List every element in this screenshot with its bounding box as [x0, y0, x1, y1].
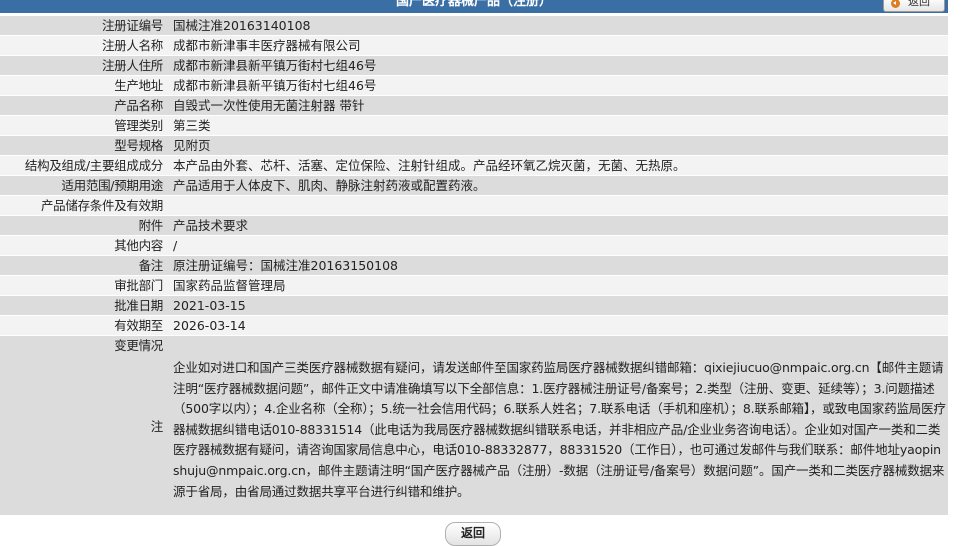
field-label: 备注	[138, 258, 164, 273]
detail-table: 注册证编号 国械注准20163140108 注册人名称 成都市新津事丰医疗器械有…	[0, 16, 948, 516]
field-value: 产品技术要求	[173, 218, 249, 233]
field-label: 附件	[138, 218, 164, 233]
detail-row-remarks: 备注 原注册证编号：国械注准20163150108	[0, 256, 948, 276]
field-label: 注册人名称	[101, 38, 163, 53]
note-text: 企业如对进口和国产三类医疗器械数据有疑问，请发送邮件至国家药监局医疗器械数据纠错…	[173, 360, 946, 499]
field-label: 有效期至	[114, 318, 163, 333]
bottom-back-button[interactable]: 返回	[445, 522, 501, 546]
field-value: 2026-03-14	[173, 318, 246, 333]
field-label: 型号规格	[114, 138, 163, 153]
detail-row-attachment: 附件 产品技术要求	[0, 216, 948, 236]
field-label: 管理类别	[114, 118, 163, 133]
back-button[interactable]: 返回	[883, 0, 945, 12]
field-value: 成都市新津县新平镇万街村七组46号	[173, 78, 377, 93]
field-value: 原注册证编号：国械注准20163150108	[173, 258, 398, 273]
field-label: 适用范围/预期用途	[61, 178, 163, 193]
detail-row-registrant-name: 注册人名称 成都市新津事丰医疗器械有限公司	[0, 36, 948, 56]
field-label: 产品名称	[114, 98, 163, 113]
field-label: 审批部门	[114, 278, 163, 293]
field-label: 产品储存条件及有效期	[40, 198, 163, 213]
field-value: 2021-03-15	[173, 298, 246, 313]
detail-row-intended-use: 适用范围/预期用途 产品适用于人体皮下、肌肉、静脉注射药液或配置药液。	[0, 176, 948, 196]
field-label: 批准日期	[114, 298, 163, 313]
field-value: 成都市新津县新平镇万街村七组46号	[173, 58, 377, 73]
detail-row-valid-until: 有效期至 2026-03-14	[0, 316, 948, 336]
field-label: 注册人住所	[101, 58, 163, 73]
field-value: 成都市新津事丰医疗器械有限公司	[173, 38, 361, 53]
page-title: 国产医疗器械产品（注册）	[395, 0, 552, 9]
field-value: 国械注准20163140108	[173, 18, 311, 33]
detail-row-production-address: 生产地址 成都市新津县新平镇万街村七组46号	[0, 76, 948, 96]
field-label: 注册证编号	[101, 18, 163, 33]
detail-row-storage: 产品储存条件及有效期	[0, 196, 948, 216]
field-value: 第三类	[173, 118, 211, 133]
field-label-note: 注	[150, 419, 164, 434]
field-value: 本产品由外套、芯杆、活塞、定位保险、注射针组成。产品经环氧乙烷灭菌，无菌、无热原…	[173, 158, 686, 173]
page-header: 国产医疗器械产品（注册）	[0, 0, 948, 13]
detail-row-approval-dept: 审批部门 国家药品监督管理局	[0, 276, 948, 296]
field-value: 产品适用于人体皮下、肌肉、静脉注射药液或配置药液。	[173, 178, 486, 193]
detail-row-composition: 结构及组成/主要组成成分 本产品由外套、芯杆、活塞、定位保险、注射针组成。产品经…	[0, 156, 948, 176]
detail-row-registrant-address: 注册人住所 成都市新津县新平镇万街村七组46号	[0, 56, 948, 76]
field-label: 结构及组成/主要组成成分	[24, 158, 163, 173]
detail-row-model-spec: 型号规格 见附页	[0, 136, 948, 156]
detail-row-other: 其他内容 /	[0, 236, 948, 256]
detail-row-approval-date: 批准日期 2021-03-15	[0, 296, 948, 316]
back-button-label: 返回	[908, 0, 930, 8]
field-label: 其他内容	[114, 238, 163, 253]
field-value: 自毁式一次性使用无菌注射器 带针	[173, 98, 365, 113]
field-value	[165, 196, 948, 215]
field-label-change: 变更情况	[114, 338, 163, 353]
detail-row-category: 管理类别 第三类	[0, 116, 948, 136]
field-value: 见附页	[173, 138, 211, 153]
detail-row-product-name: 产品名称 自毁式一次性使用无菌注射器 带针	[0, 96, 948, 116]
back-arrow-icon	[891, 0, 900, 8]
detail-row-note: 变更情况 注 企业如对进口和国产三类医疗器械数据有疑问，请发送邮件至国家药监局医…	[0, 336, 948, 516]
field-value: 国家药品监督管理局	[173, 278, 286, 293]
detail-row-registration-no: 注册证编号 国械注准20163140108	[0, 16, 948, 36]
field-value: /	[173, 238, 178, 253]
field-label: 生产地址	[114, 78, 163, 93]
